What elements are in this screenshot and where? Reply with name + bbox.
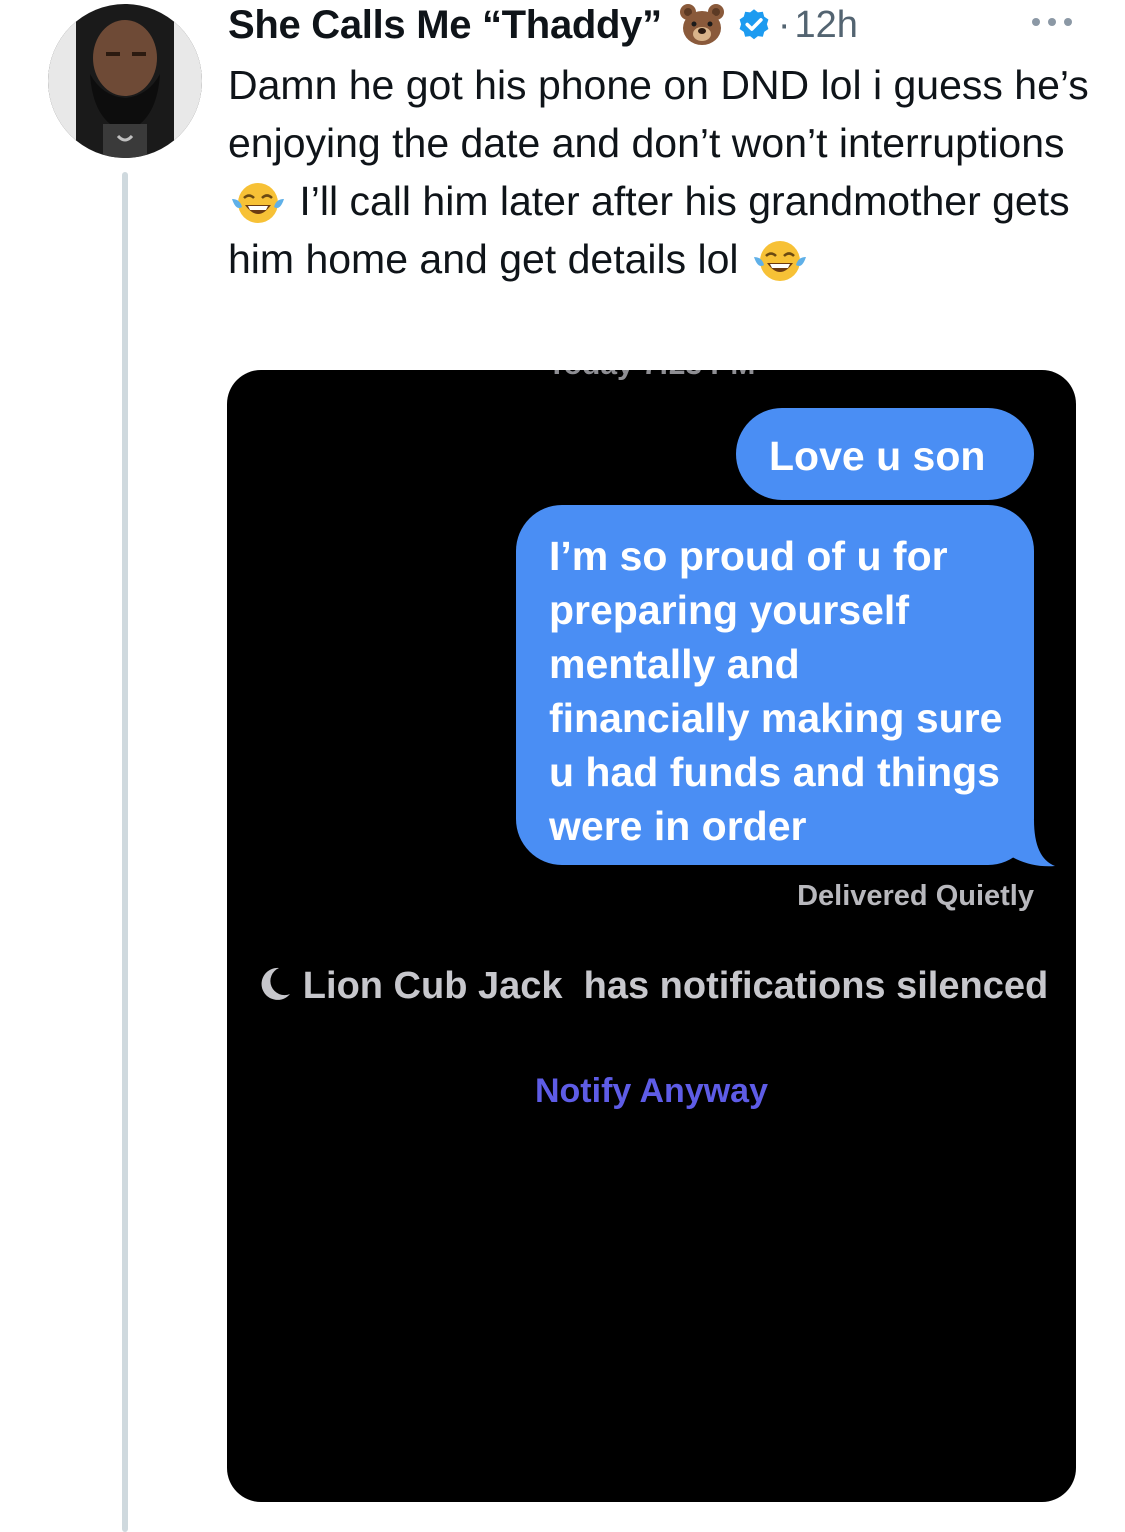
- bubble-tail: [1007, 820, 1055, 867]
- message-bubble: I’m so proud of u for preparing yourself…: [516, 505, 1034, 865]
- separator-dot: ·: [777, 3, 791, 46]
- delivery-status: Delivered Quietly: [797, 880, 1034, 912]
- tears-of-joy-emoji: [232, 183, 284, 223]
- tears-of-joy-emoji: [753, 241, 806, 281]
- message-bubble: Love u son: [736, 408, 1034, 500]
- timestamp[interactable]: 12h: [794, 4, 857, 47]
- tweet-text: Damn he got his phone on DND lol i guess…: [228, 56, 1098, 288]
- notify-anyway-button: Notify Anyway: [534, 1072, 768, 1110]
- bear-face-emoji: [679, 4, 724, 45]
- tweet-text-part-1: Damn he got his phone on DND lol i guess…: [228, 62, 1089, 166]
- silenced-contact: Lion Cub Jack: [302, 965, 563, 1007]
- tweet-header: She Calls Me “Thaddy” · 12h: [228, 0, 858, 50]
- more-options-icon[interactable]: [1030, 12, 1074, 32]
- moon-icon: [261, 967, 290, 1000]
- avatar[interactable]: [48, 4, 202, 158]
- attached-screenshot[interactable]: Today 7:23 PM Love u son I’m so proud of…: [227, 370, 1076, 1502]
- verified-badge-icon: [739, 9, 769, 40]
- silenced-text: has notifications silenced: [583, 965, 1049, 1007]
- silenced-notice: Lion Cub Jack has notifications silenced: [227, 962, 1076, 1010]
- display-name[interactable]: She Calls Me “Thaddy”: [228, 3, 662, 48]
- tweet-text-part-2: I’ll call him later after his grandmothe…: [228, 178, 1070, 282]
- thread-connector-line: [122, 172, 128, 1532]
- message-timestamp: Today 7:23 PM: [227, 370, 1076, 382]
